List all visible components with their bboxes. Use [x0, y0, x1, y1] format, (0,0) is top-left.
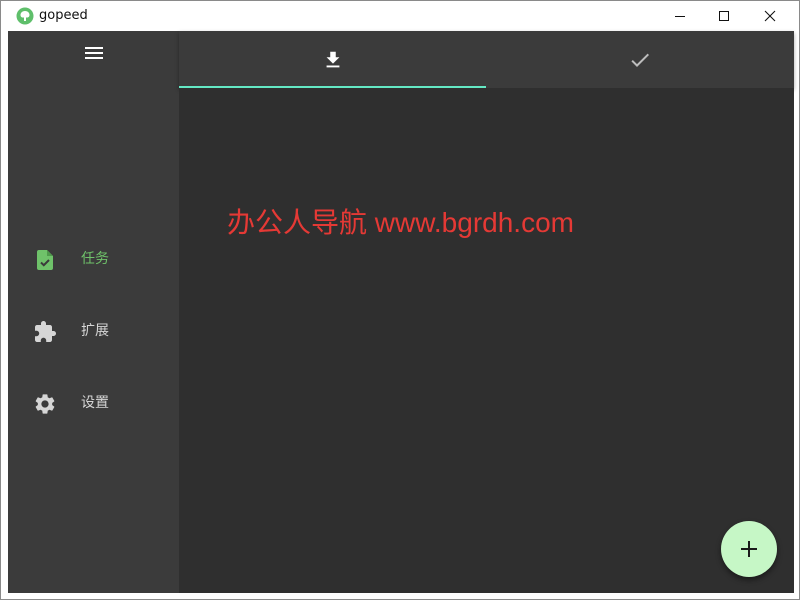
tab-bar [179, 31, 794, 88]
minimize-button[interactable] [657, 1, 703, 31]
tab-downloading[interactable] [179, 31, 486, 88]
tab-completed[interactable] [486, 31, 793, 88]
navigation-rail: 任务 扩展 设置 [8, 31, 179, 593]
nav-item-label: 扩展 [81, 323, 109, 339]
watermark-text: 办公人导航 www.bgrdh.com [227, 207, 574, 238]
window-title: gopeed [39, 8, 88, 23]
task-file-icon [37, 250, 53, 270]
task-list-area: 办公人导航 www.bgrdh.com [179, 88, 794, 593]
close-button[interactable] [747, 1, 793, 31]
maximize-button[interactable] [701, 1, 747, 31]
nav-item-extensions[interactable]: 扩展 [8, 308, 179, 356]
gopeed-logo-icon [16, 7, 34, 25]
minimize-icon [675, 16, 685, 17]
add-task-button[interactable] [721, 521, 777, 577]
puzzle-extension-icon [35, 321, 56, 342]
hamburger-menu-icon [85, 47, 103, 59]
nav-item-label: 任务 [81, 251, 109, 267]
download-icon [326, 51, 339, 67]
app-body: 任务 扩展 设置 办公人导航 www.bgrdh.com [8, 31, 794, 593]
app-window: gopeed 任务 扩展 设置 办公人导航 www.bgrdh.com [0, 0, 800, 600]
title-bar[interactable]: gopeed [1, 1, 799, 31]
gear-icon [35, 394, 55, 414]
check-icon [630, 53, 649, 67]
nav-item-tasks[interactable]: 任务 [8, 236, 179, 284]
nav-item-label: 设置 [81, 395, 109, 411]
maximize-icon [719, 11, 729, 21]
nav-item-settings[interactable]: 设置 [8, 380, 179, 428]
plus-icon [741, 541, 757, 557]
menu-button[interactable] [82, 41, 106, 65]
close-icon [764, 10, 776, 22]
